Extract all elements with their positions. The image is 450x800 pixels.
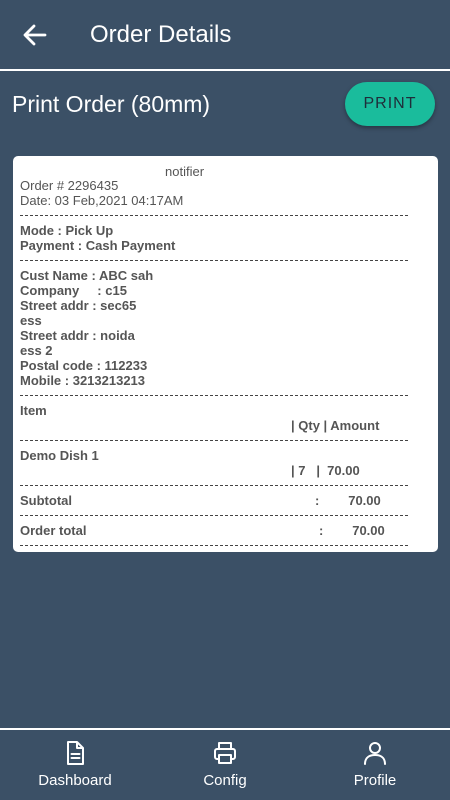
printer-icon xyxy=(214,742,236,764)
receipt-card: notifier Order # 2296435 Date: 03 Feb,20… xyxy=(13,156,438,552)
divider xyxy=(20,260,408,261)
nav-divider xyxy=(0,728,450,730)
street-address-1: Street addr : sec65 xyxy=(20,298,137,313)
page-title: Order Details xyxy=(90,21,232,48)
order-total-label: Order total xyxy=(20,523,87,538)
street-address-1-cont: ess xyxy=(20,313,42,328)
print-button[interactable]: PRINT xyxy=(345,82,435,126)
street-address-2: Street addr : noida xyxy=(20,328,135,343)
customer-company: Company : c15 xyxy=(20,283,127,298)
bottom-navigation: Dashboard Config Profile xyxy=(0,728,450,800)
divider xyxy=(20,440,408,441)
app-bar: Order Details xyxy=(0,0,450,70)
nav-config[interactable]: Config xyxy=(170,740,280,796)
divider xyxy=(20,215,408,216)
item-qty-amount: | 7 | 70.00 xyxy=(291,463,360,478)
nav-profile-label: Profile xyxy=(353,772,397,789)
payment-method: Payment : Cash Payment xyxy=(20,238,176,253)
receipt-header: notifier xyxy=(165,164,205,179)
items-header-item: Item xyxy=(20,403,47,418)
back-button[interactable] xyxy=(20,20,50,50)
document-icon xyxy=(67,741,84,765)
nav-dashboard[interactable]: Dashboard xyxy=(20,740,130,796)
appbar-divider xyxy=(0,69,450,71)
print-order-title: Print Order (80mm) xyxy=(12,91,211,117)
customer-name: Cust Name : ABC sah xyxy=(20,268,154,283)
postal-code: Postal code : 112233 xyxy=(20,358,148,373)
street-address-2-cont: ess 2 xyxy=(20,343,53,358)
arrow-left-icon xyxy=(23,24,47,46)
nav-config-label: Config xyxy=(203,772,247,789)
nav-profile[interactable]: Profile xyxy=(320,740,430,796)
divider xyxy=(20,485,408,486)
divider xyxy=(20,395,408,396)
order-total-value: : 70.00 xyxy=(319,523,385,538)
item-name: Demo Dish 1 xyxy=(20,448,99,463)
order-date: Date: 03 Feb,2021 04:17AM xyxy=(20,193,184,208)
mobile-number: Mobile : 3213213213 xyxy=(20,373,146,388)
order-mode: Mode : Pick Up xyxy=(20,223,114,238)
subtotal-value: : 70.00 xyxy=(315,493,381,508)
nav-dashboard-label: Dashboard xyxy=(38,772,112,789)
person-icon xyxy=(364,742,386,765)
divider xyxy=(20,545,408,546)
order-number: Order # 2296435 xyxy=(20,178,119,193)
divider xyxy=(20,515,408,516)
items-header-columns: | Qty | Amount xyxy=(291,418,380,433)
subtotal-label: Subtotal xyxy=(20,493,72,508)
